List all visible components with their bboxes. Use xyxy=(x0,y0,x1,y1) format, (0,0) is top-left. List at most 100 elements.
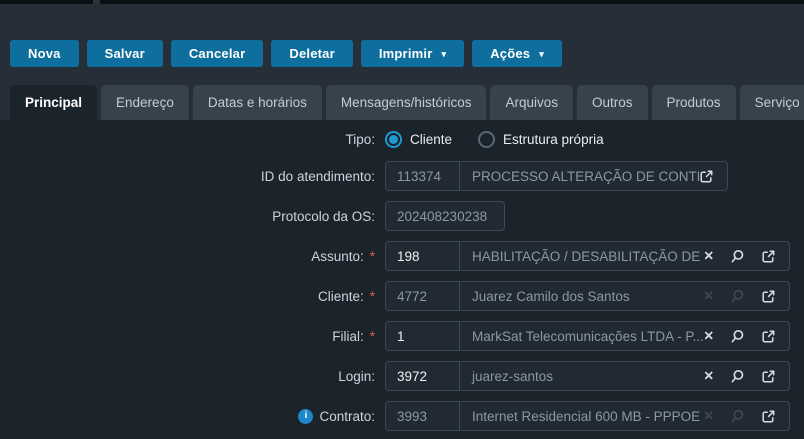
tab-produtos-label: Produtos xyxy=(667,95,721,110)
search-icon-disabled xyxy=(730,289,745,304)
cancelar-button[interactable]: Cancelar xyxy=(171,40,264,67)
form-row-contrato: i Contrato: 3993 Internet Residencial 60… xyxy=(0,396,804,436)
form-row-cliente: Cliente: * 4772 Juarez Camilo dos Santos… xyxy=(0,276,804,316)
radio-cliente-label: Cliente xyxy=(410,132,452,147)
form-row-filial: Filial: * 1 MarkSat Telecomunicações LTD… xyxy=(0,316,804,356)
contrato-field-icons: ✕ xyxy=(704,409,789,424)
contrato-label: i Contrato: xyxy=(0,409,385,424)
id-atendimento-description: PROCESSO ALTERAÇÃO DE CONTRA... xyxy=(460,169,699,184)
required-marker: * xyxy=(370,289,375,304)
radio-option-estrutura-propria[interactable]: Estrutura própria xyxy=(478,131,604,148)
contrato-field: 3993 Internet Residencial 600 MB - PPPOE… xyxy=(385,401,790,431)
form-row-protocolo-os: Protocolo da OS: 202408230238 xyxy=(0,196,804,236)
deletar-button[interactable]: Deletar xyxy=(271,40,352,67)
tab-principal[interactable]: Principal xyxy=(10,85,97,120)
clear-icon[interactable]: ✕ xyxy=(704,330,714,343)
imprimir-dropdown-button[interactable]: Imprimir ▾ xyxy=(361,40,464,67)
tipo-label: Tipo: xyxy=(0,132,385,147)
deletar-button-label: Deletar xyxy=(289,46,334,61)
login-code-input[interactable]: 3972 xyxy=(386,362,460,390)
filial-code-input[interactable]: 1 xyxy=(386,322,460,350)
tab-arquivos[interactable]: Arquivos xyxy=(490,85,573,120)
assunto-label: Assunto: * xyxy=(0,249,385,264)
search-icon[interactable] xyxy=(730,369,745,384)
tab-principal-label: Principal xyxy=(25,95,82,110)
tab-outros-label: Outros xyxy=(592,95,633,110)
acoes-dropdown-button[interactable]: Ações ▾ xyxy=(472,40,562,67)
tipo-radio-group: Cliente Estrutura própria xyxy=(385,131,630,148)
salvar-button-label: Salvar xyxy=(105,46,145,61)
tab-servico[interactable]: Serviço xyxy=(740,85,804,120)
tab-produtos[interactable]: Produtos xyxy=(652,85,736,120)
external-link-icon[interactable] xyxy=(699,169,714,184)
filial-label: Filial: * xyxy=(0,329,385,344)
cliente-description: Juarez Camilo dos Santos xyxy=(460,289,704,304)
tab-datas-e-horarios-label: Datas e horários xyxy=(208,95,307,110)
clear-icon[interactable]: ✕ xyxy=(704,370,714,383)
radio-selected-icon[interactable] xyxy=(385,131,402,148)
login-label: Login: xyxy=(0,369,385,384)
principal-tab-panel: Tipo: Cliente Estrutura própria ID do at… xyxy=(0,120,804,439)
salvar-button[interactable]: Salvar xyxy=(87,40,163,67)
id-atendimento-field-icons xyxy=(699,169,727,184)
caret-down-icon: ▾ xyxy=(539,50,544,59)
caret-down-icon: ▾ xyxy=(441,50,446,59)
radio-unselected-icon[interactable] xyxy=(478,131,495,148)
tab-outros[interactable]: Outros xyxy=(577,85,648,120)
info-icon[interactable]: i xyxy=(298,409,313,424)
protocolo-os-input[interactable]: 202408230238 xyxy=(385,201,505,231)
form-row-id-atendimento: ID do atendimento: 113374 PROCESSO ALTER… xyxy=(0,156,804,196)
cliente-field: 4772 Juarez Camilo dos Santos ✕ xyxy=(385,281,790,311)
tab-endereco[interactable]: Endereço xyxy=(101,85,189,120)
form-row-tipo: Tipo: Cliente Estrutura própria xyxy=(0,123,804,156)
required-marker: * xyxy=(370,329,375,344)
search-icon-disabled xyxy=(730,409,745,424)
login-field-icons: ✕ xyxy=(704,369,789,384)
external-link-icon[interactable] xyxy=(761,329,776,344)
tab-arquivos-label: Arquivos xyxy=(505,95,558,110)
filial-field: 1 MarkSat Telecomunicações LTDA - P... ✕ xyxy=(385,321,790,351)
tab-bar: Principal Endereço Datas e horários Mens… xyxy=(10,85,804,120)
cliente-field-icons: ✕ xyxy=(704,289,789,304)
filial-field-icons: ✕ xyxy=(704,329,789,344)
external-link-icon[interactable] xyxy=(761,409,776,424)
cliente-code-input[interactable]: 4772 xyxy=(386,282,460,310)
cliente-label: Cliente: * xyxy=(0,289,385,304)
nova-button[interactable]: Nova xyxy=(10,40,79,67)
clear-icon[interactable]: ✕ xyxy=(704,250,714,263)
tab-mensagens-historicos-label: Mensagens/históricos xyxy=(341,95,472,110)
assunto-field-icons: ✕ xyxy=(704,249,789,264)
search-icon[interactable] xyxy=(730,329,745,344)
clear-icon-disabled: ✕ xyxy=(704,290,714,303)
filial-description: MarkSat Telecomunicações LTDA - P... xyxy=(460,329,704,344)
contrato-code-input[interactable]: 3993 xyxy=(386,402,460,430)
id-atendimento-field: 113374 PROCESSO ALTERAÇÃO DE CONTRA... xyxy=(385,161,728,191)
form-row-login: Login: 3972 juarez-santos ✕ xyxy=(0,356,804,396)
nova-button-label: Nova xyxy=(28,46,61,61)
tab-datas-e-horarios[interactable]: Datas e horários xyxy=(193,85,322,120)
cancelar-button-label: Cancelar xyxy=(189,46,246,61)
acoes-button-label: Ações xyxy=(490,46,530,61)
form-row-assunto: Assunto: * 198 HABILITAÇÃO / DESABILITAÇ… xyxy=(0,236,804,276)
imprimir-button-label: Imprimir xyxy=(379,46,433,61)
assunto-description: HABILITAÇÃO / DESABILITAÇÃO DE ... xyxy=(460,249,704,264)
tab-endereco-label: Endereço xyxy=(116,95,174,110)
radio-estrutura-propria-label: Estrutura própria xyxy=(503,132,604,147)
action-toolbar: Nova Salvar Cancelar Deletar Imprimir ▾ … xyxy=(10,40,562,67)
search-icon[interactable] xyxy=(730,249,745,264)
tab-servico-label: Serviço xyxy=(755,95,800,110)
tab-mensagens-historicos[interactable]: Mensagens/históricos xyxy=(326,85,487,120)
assunto-code-input[interactable]: 198 xyxy=(386,242,460,270)
required-marker: * xyxy=(370,249,375,264)
assunto-field: 198 HABILITAÇÃO / DESABILITAÇÃO DE ... ✕ xyxy=(385,241,790,271)
radio-option-cliente[interactable]: Cliente xyxy=(385,131,452,148)
external-link-icon[interactable] xyxy=(761,249,776,264)
protocolo-os-label: Protocolo da OS: xyxy=(0,209,385,224)
clear-icon-disabled: ✕ xyxy=(704,410,714,423)
external-link-icon[interactable] xyxy=(761,289,776,304)
id-atendimento-label: ID do atendimento: xyxy=(0,169,385,184)
external-link-icon[interactable] xyxy=(761,369,776,384)
id-atendimento-code-input[interactable]: 113374 xyxy=(386,162,460,190)
contrato-description: Internet Residencial 600 MB - PPPOE xyxy=(460,409,704,424)
login-description: juarez-santos xyxy=(460,369,704,384)
